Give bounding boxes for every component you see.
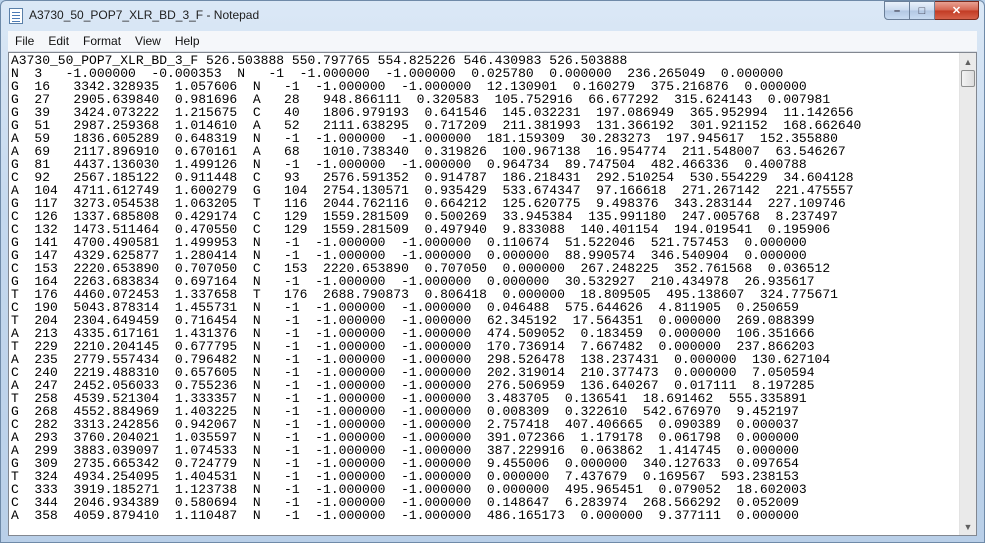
notepad-app-icon[interactable] bbox=[9, 8, 23, 24]
scroll-up-arrow-icon[interactable]: ▲ bbox=[960, 53, 976, 70]
window-title: A3730_50_POP7_XLR_BD_3_F - Notepad bbox=[29, 8, 260, 22]
editor-client-area: A3730_50_POP7_XLR_BD_3_F 526.503888 550.… bbox=[8, 52, 977, 536]
window-controls: – □ ✕ bbox=[884, 1, 979, 21]
menu-help[interactable]: Help bbox=[168, 31, 207, 51]
title-bar[interactable]: A3730_50_POP7_XLR_BD_3_F - Notepad – □ ✕ bbox=[1, 1, 984, 31]
vertical-scrollbar[interactable]: ▲ ▼ bbox=[959, 53, 976, 535]
menu-file[interactable]: File bbox=[8, 31, 41, 51]
close-button[interactable]: ✕ bbox=[935, 1, 979, 20]
maximize-button[interactable]: □ bbox=[910, 1, 935, 20]
scrollbar-thumb[interactable] bbox=[961, 70, 975, 87]
menu-format[interactable]: Format bbox=[76, 31, 128, 51]
minimize-button[interactable]: – bbox=[884, 1, 910, 20]
scroll-down-arrow-icon[interactable]: ▼ bbox=[960, 518, 976, 535]
close-icon: ✕ bbox=[951, 5, 962, 17]
menu-bar: File Edit Format View Help bbox=[8, 31, 977, 52]
notepad-window: A3730_50_POP7_XLR_BD_3_F - Notepad – □ ✕… bbox=[0, 0, 985, 543]
menu-edit[interactable]: Edit bbox=[41, 31, 76, 51]
maximize-icon: □ bbox=[918, 4, 926, 17]
text-editor[interactable]: A3730_50_POP7_XLR_BD_3_F 526.503888 550.… bbox=[11, 54, 959, 534]
text-line: A 358 4059.879410 1.110487 N -1 -1.00000… bbox=[11, 508, 799, 523]
menu-view[interactable]: View bbox=[128, 31, 168, 51]
minimize-icon: – bbox=[893, 4, 901, 17]
